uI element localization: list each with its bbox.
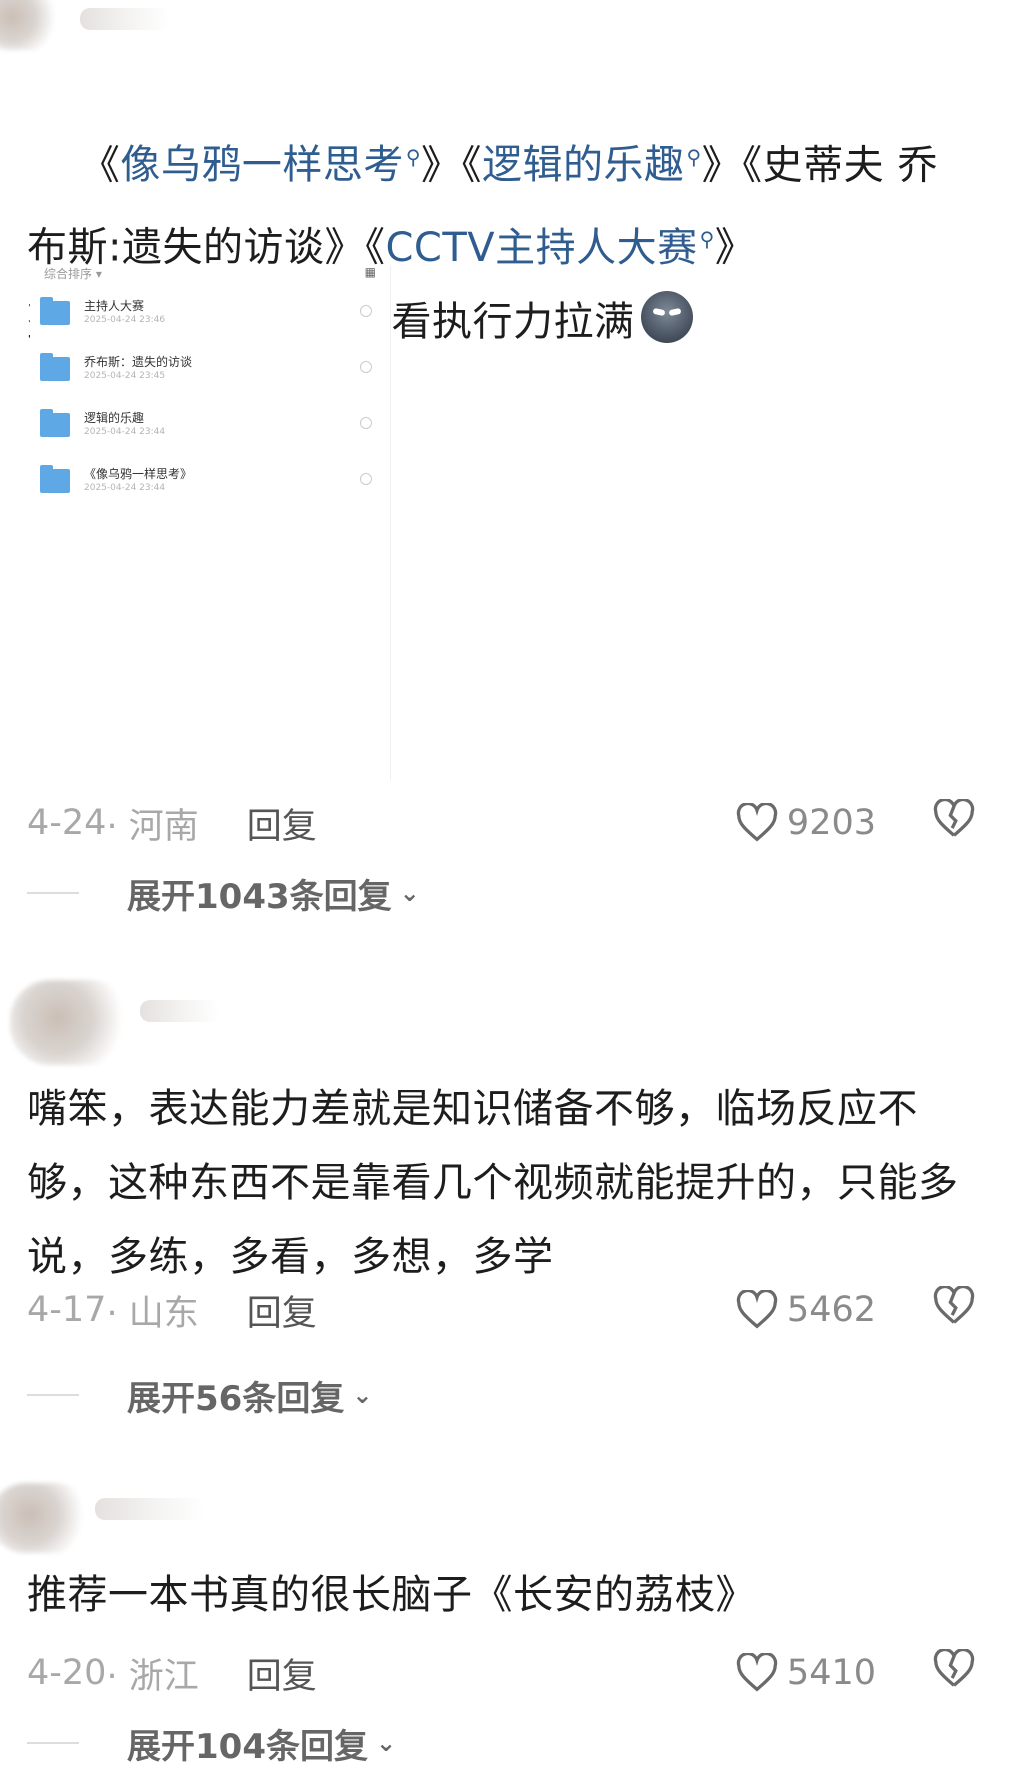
dislike-button[interactable] (932, 1284, 976, 1335)
comment-meta: 4-24 · 河南 回复 9203 (27, 797, 986, 849)
search-link-logic-book[interactable]: 逻辑的乐趣 ⚲ (482, 142, 702, 188)
like-count: 5410 (786, 1653, 876, 1693)
select-radio (360, 361, 372, 373)
expand-replies-label: 展开104条回复 (127, 1726, 368, 1767)
expand-replies-button[interactable]: 展开1043条回复 ⌄ (27, 868, 420, 918)
folder-icon (40, 465, 70, 493)
search-icon: ⚲ (686, 145, 702, 169)
attached-screenshot[interactable]: 综合排序 ▾ ▦ 主持人大赛 2025-04-24 23:46 乔布斯：遗失的访… (30, 265, 391, 780)
folder-icon (40, 409, 70, 437)
comment-text-part: 《 (79, 142, 121, 189)
username-blurred[interactable] (140, 1000, 220, 1022)
expand-replies-label: 展开1043条回复 (127, 876, 392, 917)
chevron-down-icon: ⌄ (375, 1729, 397, 1757)
heart-outline-icon (736, 1290, 778, 1329)
reply-button[interactable]: 回复 (247, 1648, 317, 1699)
broken-heart-icon (933, 797, 975, 837)
heart-outline-icon (736, 803, 778, 842)
comment-1: 《像乌鸦一样思考 ⚲》《逻辑的乐趣 ⚲》《史蒂夫 乔布斯:遗失的访谈》《CCTV主持… (0, 0, 1016, 847)
comment-date: 4-24 (27, 803, 107, 843)
select-radio (360, 305, 372, 317)
sort-dropdown-label: 综合排序 ▾ (44, 267, 102, 281)
expand-replies-button[interactable]: 展开104条回复 ⌄ (27, 1718, 396, 1768)
file-name: 《像乌鸦一样思考》 (84, 467, 193, 481)
avatar[interactable] (10, 980, 130, 1065)
dislike-button[interactable] (932, 1647, 976, 1698)
wolf-emoji-icon (640, 290, 693, 343)
file-date: 2025-04-24 23:45 (84, 371, 166, 381)
divider-dash (27, 1742, 79, 1744)
search-icon: ⚲ (699, 227, 715, 252)
dislike-button[interactable] (932, 797, 976, 848)
select-radio (360, 417, 372, 429)
grid-view-icon: ▦ (364, 265, 376, 279)
comment-region: · 山东 (106, 1293, 199, 1334)
like-button[interactable]: 9203 (735, 803, 876, 843)
reply-button[interactable]: 回复 (247, 1285, 317, 1336)
like-count: 5462 (786, 1290, 876, 1330)
file-name: 逻辑的乐趣 (84, 411, 145, 425)
like-button[interactable]: 5410 (735, 1653, 876, 1693)
expand-replies-button[interactable]: 展开56条回复 ⌄ (27, 1370, 372, 1420)
file-name: 主持人大赛 (84, 299, 145, 313)
search-link-cctv-host[interactable]: CCTV主持人大赛 ⚲ (385, 225, 714, 271)
comment-text: 嘴笨，表达能力差就是知识储备不够，临场反应不够，这种东西不是靠看几个视频就能提升… (27, 1086, 959, 1280)
expand-replies-label: 展开56条回复 (127, 1378, 345, 1419)
avatar[interactable] (0, 1483, 90, 1553)
search-link-crow-book[interactable]: 像乌鸦一样思考 ⚲ (120, 142, 421, 188)
folder-icon (40, 297, 70, 325)
file-date: 2025-04-24 23:44 (84, 427, 166, 437)
broken-heart-icon (933, 1284, 975, 1324)
like-button[interactable]: 5462 (735, 1290, 876, 1330)
file-date: 2025-04-24 23:44 (84, 483, 166, 493)
heart-outline-icon (736, 1653, 778, 1692)
divider-dash (27, 1394, 79, 1396)
file-item: 主持人大赛 2025-04-24 23:46 (40, 295, 380, 335)
search-icon: ⚲ (405, 145, 422, 169)
file-date: 2025-04-24 23:46 (84, 315, 166, 325)
broken-heart-icon (933, 1647, 975, 1687)
file-item: 《像乌鸦一样思考》 2025-04-24 23:44 (40, 463, 380, 503)
like-count: 9203 (786, 803, 876, 843)
file-name: 乔布斯：遗失的访谈 (84, 355, 193, 369)
divider-dash (27, 892, 79, 894)
folder-icon (40, 353, 70, 381)
comment-text: 推荐一本书真的很长脑子《长安的荔枝》 (27, 1572, 756, 1618)
comment-date: 4-20 (27, 1653, 107, 1693)
avatar[interactable] (0, 0, 60, 50)
chevron-down-icon: ⌄ (352, 1381, 373, 1409)
comment-2: 嘴笨，表达能力差就是知识储备不够，临场反应不够，这种东西不是靠看几个视频就能提升… (0, 980, 1016, 1420)
comment-meta: 4-20 · 浙江 回复 5410 (27, 1647, 986, 1699)
file-item: 乔布斯：遗失的访谈 2025-04-24 23:45 (40, 351, 380, 391)
reply-button[interactable]: 回复 (247, 798, 317, 849)
username-blurred[interactable] (80, 8, 170, 30)
comment-meta: 4-17 · 山东 回复 5462 (27, 1284, 986, 1336)
file-item: 逻辑的乐趣 2025-04-24 23:44 (40, 407, 380, 447)
comment-date: 4-17 (27, 1290, 107, 1330)
username-blurred[interactable] (95, 1498, 205, 1520)
chevron-down-icon: ⌄ (399, 879, 420, 907)
comment-text-part: 》《 (421, 142, 483, 189)
select-radio (360, 473, 372, 485)
comment-region: · 河南 (106, 806, 199, 847)
comment-region: · 浙江 (106, 1656, 199, 1697)
